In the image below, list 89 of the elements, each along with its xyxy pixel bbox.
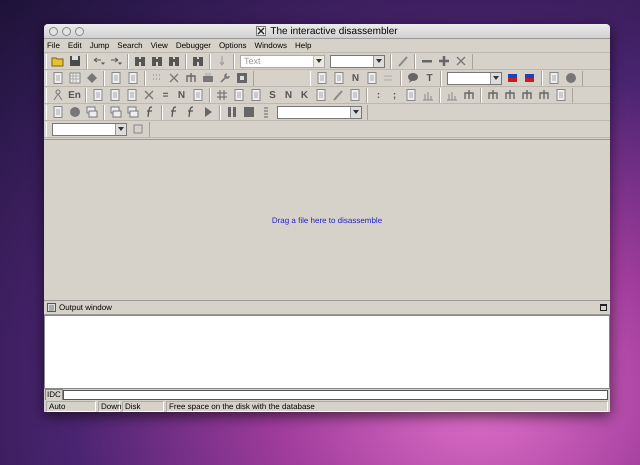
caret-icon — [118, 127, 124, 131]
menu-item[interactable]: Edit — [68, 41, 82, 50]
cross-icon[interactable] — [142, 88, 156, 102]
circle-icon[interactable] — [68, 105, 82, 119]
caret-icon — [376, 59, 382, 63]
toolbar-button[interactable]: N — [174, 88, 189, 102]
dropdown-field[interactable] — [52, 122, 127, 136]
diamond-icon[interactable] — [85, 71, 99, 85]
menu-item[interactable]: Options — [218, 41, 247, 50]
save-icon[interactable] — [68, 54, 82, 68]
document-icon[interactable] — [126, 71, 140, 85]
pause-icon[interactable] — [225, 105, 239, 119]
document-icon[interactable] — [191, 88, 205, 102]
document-icon[interactable] — [249, 88, 263, 102]
stop-icon[interactable] — [242, 105, 256, 119]
square-icon[interactable] — [235, 71, 249, 85]
calculator-icon — [47, 303, 56, 312]
caret-icon — [493, 76, 499, 80]
drop-hint: Drag a file here to disassemble — [272, 216, 382, 224]
plus-icon[interactable] — [437, 54, 451, 68]
status-field: Free space on the disk with the database — [166, 401, 608, 412]
menu-item[interactable]: Jump — [90, 41, 110, 50]
toolbar-button[interactable]: S — [265, 88, 280, 102]
window-icon[interactable] — [126, 105, 140, 119]
wrench-icon[interactable] — [218, 71, 232, 85]
person-icon[interactable] — [51, 88, 65, 102]
tree-icon[interactable] — [462, 88, 476, 102]
document-icon[interactable] — [404, 88, 418, 102]
document-icon[interactable] — [91, 88, 105, 102]
document-icon[interactable] — [51, 71, 65, 85]
window-icon[interactable] — [109, 105, 123, 119]
caret-icon — [316, 59, 322, 63]
document-icon[interactable] — [332, 71, 346, 85]
window-title: The interactive disassembler — [270, 26, 398, 36]
box-icon[interactable] — [131, 122, 145, 136]
toolbar-button[interactable]: T — [422, 70, 437, 86]
menu-item[interactable]: Debugger — [176, 41, 211, 50]
caret-icon — [353, 110, 359, 114]
status-field: Auto — [46, 401, 96, 412]
circle-icon[interactable] — [564, 71, 578, 85]
printer-icon[interactable] — [201, 71, 215, 85]
pen-icon[interactable] — [331, 88, 345, 102]
status-field: Down — [98, 401, 120, 412]
menu-item[interactable]: View — [150, 41, 168, 50]
status-field: Disk — [122, 401, 164, 412]
hash-icon[interactable] — [215, 88, 229, 102]
tree-icon[interactable] — [486, 88, 500, 102]
tree-icon[interactable] — [184, 71, 198, 85]
tree-icon[interactable] — [503, 88, 517, 102]
panel-title: Output window — [59, 303, 113, 312]
document-icon[interactable] — [547, 71, 561, 85]
grip-icon[interactable] — [263, 105, 269, 119]
toolbar-button[interactable]: K — [297, 88, 312, 102]
flag-icon[interactable] — [523, 71, 537, 85]
x-logo-icon — [256, 26, 266, 36]
command-input[interactable] — [62, 390, 608, 400]
grid-icon[interactable] — [68, 71, 82, 85]
document-icon[interactable] — [51, 105, 65, 119]
speech-bubble-icon[interactable] — [406, 71, 420, 85]
flag-icon[interactable] — [506, 71, 520, 85]
pen-icon[interactable] — [396, 54, 410, 68]
menu-item[interactable]: Windows — [254, 41, 287, 50]
document-icon[interactable] — [348, 88, 362, 102]
document-icon[interactable] — [365, 71, 379, 85]
document-icon[interactable] — [315, 71, 329, 85]
menu-item[interactable]: Search — [117, 41, 143, 50]
toolbar-button[interactable]: = — [158, 88, 173, 102]
document-icon[interactable] — [314, 88, 328, 102]
dropdown-field[interactable] — [330, 54, 385, 68]
toolbar-button[interactable]: En — [67, 88, 82, 102]
toolbar-button[interactable]: ; — [387, 88, 402, 102]
document-icon[interactable] — [232, 88, 246, 102]
window-icon[interactable] — [85, 105, 99, 119]
cross-icon[interactable] — [454, 54, 468, 68]
toolbar-button[interactable]: N — [348, 70, 363, 86]
document-icon[interactable] — [108, 88, 122, 102]
menu-item[interactable]: Help — [294, 41, 312, 50]
document-icon[interactable] — [125, 88, 139, 102]
dropdown-field[interactable] — [277, 106, 362, 118]
tree-icon[interactable] — [520, 88, 534, 102]
toolbar-button[interactable]: : — [371, 88, 386, 102]
maximize-icon[interactable] — [600, 304, 607, 311]
document-icon[interactable] — [109, 71, 123, 85]
document-icon[interactable] — [554, 88, 568, 102]
tree-icon[interactable] — [537, 88, 551, 102]
toolbar-button[interactable]: N — [281, 88, 296, 102]
dropdown-field[interactable] — [447, 72, 502, 84]
cross-icon[interactable] — [167, 71, 181, 85]
menu-item[interactable]: File — [47, 41, 60, 50]
